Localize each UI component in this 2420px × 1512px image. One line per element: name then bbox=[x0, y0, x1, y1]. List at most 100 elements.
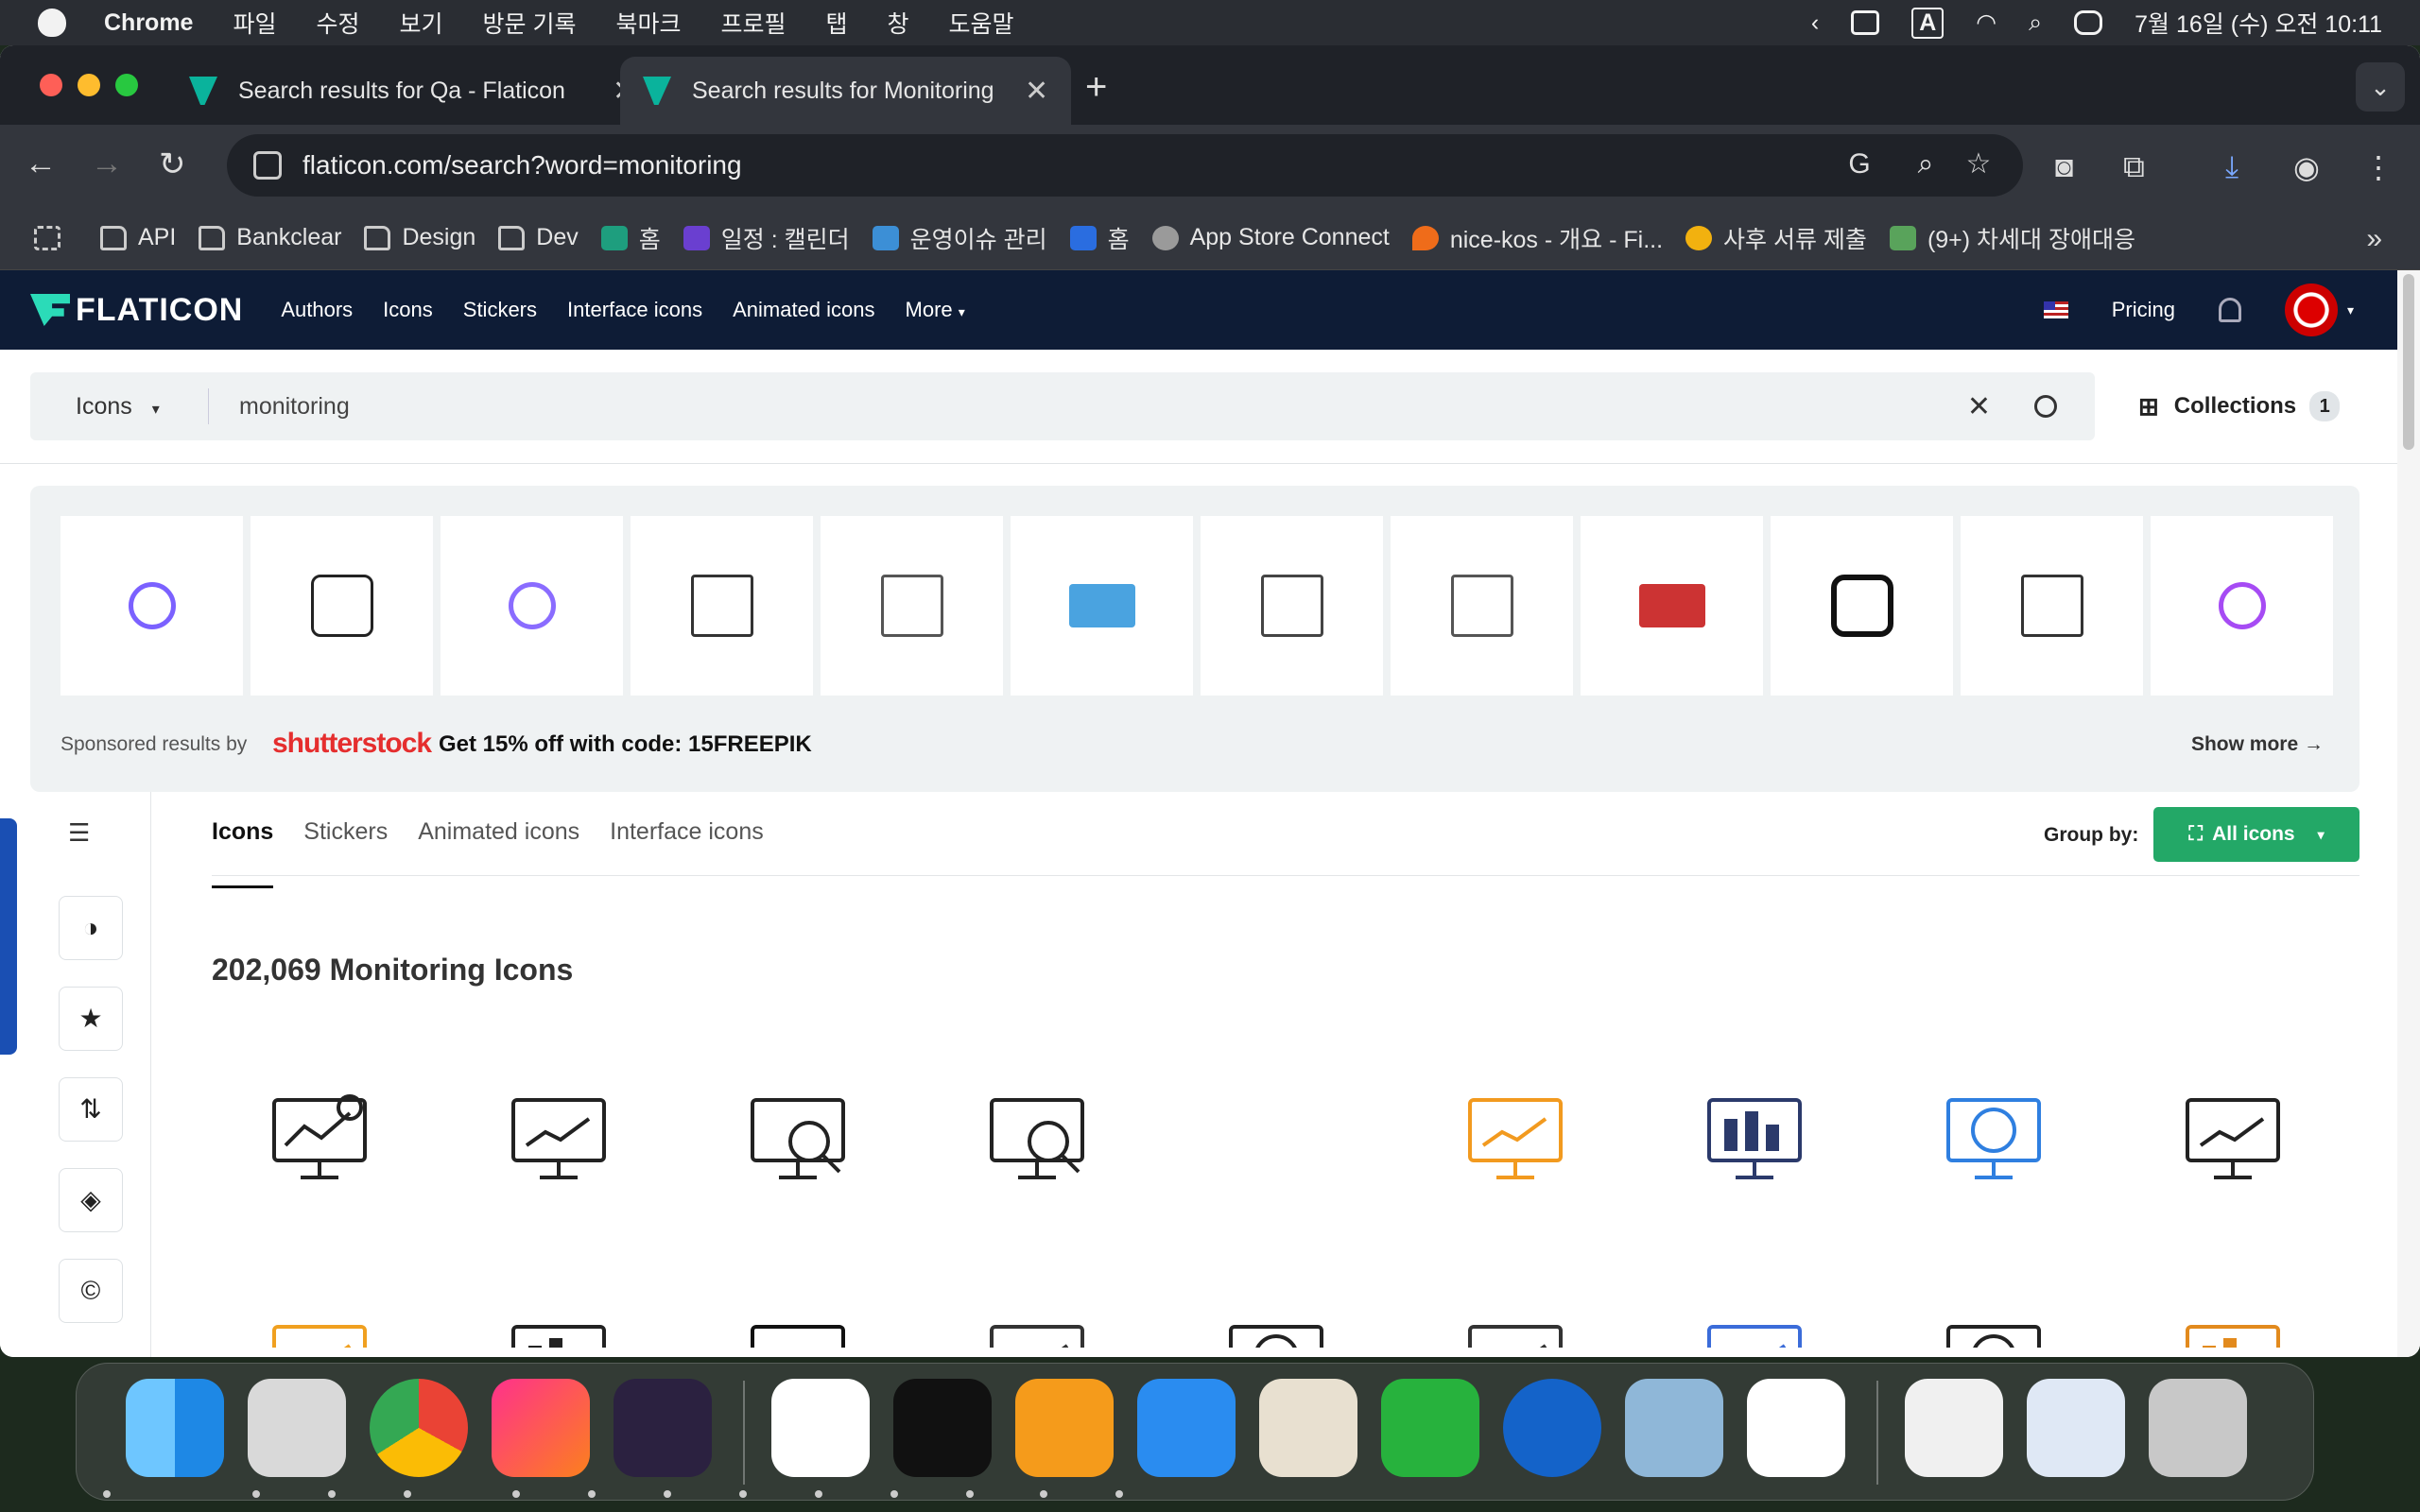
search-type-select[interactable]: Icons ▾ bbox=[76, 393, 208, 421]
monitoring-result-icon[interactable] bbox=[2176, 1310, 2290, 1348]
bookmark-folder[interactable]: Bankclear bbox=[199, 224, 341, 251]
sponsored-thumbnail[interactable] bbox=[441, 516, 623, 696]
zoom-icon[interactable]: ⌕ bbox=[1910, 148, 1942, 180]
collections-button[interactable]: ⊞ Collections 1 bbox=[2138, 372, 2341, 440]
monitoring-result-icon[interactable] bbox=[980, 1083, 1094, 1196]
palette-icon[interactable]: ◑ bbox=[59, 896, 123, 960]
bookmark-link[interactable]: App Store Connect bbox=[1151, 224, 1390, 251]
page-scrollbar[interactable] bbox=[2397, 270, 2420, 1357]
download-icon[interactable]: ⤓ bbox=[2225, 149, 2238, 185]
us-flag-icon[interactable] bbox=[2043, 301, 2068, 318]
search-icon[interactable] bbox=[2034, 395, 2057, 418]
bookmark-link[interactable]: 사후 서류 제출 bbox=[1685, 221, 1867, 255]
menu-item[interactable]: 파일 bbox=[233, 6, 276, 40]
monitoring-result-icon[interactable] bbox=[263, 1310, 376, 1348]
menu-item[interactable]: 수정 bbox=[316, 6, 359, 40]
menu-item[interactable]: 탭 bbox=[826, 6, 848, 40]
search-icon[interactable]: ⌕ bbox=[2029, 9, 2042, 37]
monitoring-result-icon[interactable] bbox=[502, 1310, 615, 1348]
profile-icon[interactable]: ◉ bbox=[2293, 149, 2320, 185]
tab-animated-icons[interactable]: Animated icons bbox=[418, 818, 579, 888]
menu-item[interactable]: 도움말 bbox=[949, 6, 1014, 40]
tab-icons[interactable]: Icons bbox=[212, 818, 274, 888]
monitoring-result-icon[interactable] bbox=[1459, 1083, 1572, 1196]
nav-interface-icons[interactable]: Interface icons bbox=[567, 298, 702, 322]
terminal-icon[interactable] bbox=[893, 1379, 992, 1477]
shutterstock-logo[interactable]: shutterstock bbox=[272, 728, 432, 760]
nav-animated-icons[interactable]: Animated icons bbox=[733, 298, 874, 322]
clear-search-icon[interactable]: ✕ bbox=[1967, 390, 1991, 423]
tableplus-icon[interactable] bbox=[1259, 1379, 1357, 1477]
search-input[interactable]: monitoring bbox=[239, 393, 1967, 421]
chrome-icon[interactable] bbox=[370, 1379, 468, 1477]
new-tab-button[interactable]: + bbox=[1085, 66, 1107, 109]
control-center-icon[interactable] bbox=[2074, 10, 2103, 35]
bookmark-star-icon[interactable]: ☆ bbox=[1962, 148, 1995, 180]
nav-stickers[interactable]: Stickers bbox=[463, 298, 537, 322]
extensions-puzzle-icon[interactable]: ⧉ bbox=[2123, 149, 2145, 185]
intellij-icon[interactable] bbox=[492, 1379, 590, 1477]
nav-more[interactable]: More ▾ bbox=[906, 298, 965, 322]
menu-item[interactable]: 방문 기록 bbox=[483, 6, 577, 40]
pages-icon[interactable] bbox=[1015, 1379, 1114, 1477]
monitoring-result-icon[interactable] bbox=[1698, 1310, 1811, 1348]
bookmark-link[interactable]: (9+) 차세대 장애대응 bbox=[1889, 221, 2135, 255]
naver-works-icon[interactable] bbox=[1747, 1379, 1845, 1477]
numbers-icon[interactable] bbox=[1381, 1379, 1479, 1477]
flaticon-logo[interactable]: FLATICON bbox=[30, 292, 243, 329]
menu-item[interactable]: 프로필 bbox=[720, 6, 786, 40]
sponsored-thumbnail[interactable] bbox=[1771, 516, 1953, 696]
menu-item[interactable]: 창 bbox=[888, 6, 909, 40]
bookmark-link[interactable]: nice-kos - 개요 - Fi... bbox=[1411, 221, 1663, 255]
monitoring-result-icon[interactable] bbox=[1937, 1083, 2050, 1196]
sponsored-thumbnail[interactable] bbox=[251, 516, 433, 696]
preview-icon[interactable] bbox=[1625, 1379, 1723, 1477]
monitoring-result-icon[interactable] bbox=[1698, 1083, 1811, 1196]
camera-extension-icon[interactable]: ◙ bbox=[2055, 149, 2073, 184]
bookmark-folder[interactable]: Design bbox=[364, 224, 475, 251]
launchpad-icon[interactable] bbox=[248, 1379, 346, 1477]
zoom-window-button[interactable] bbox=[115, 74, 138, 96]
sponsored-thumbnail[interactable] bbox=[1961, 516, 2143, 696]
address-bar[interactable]: flaticon.com/search?word=monitoring G ⌕ … bbox=[227, 134, 2023, 197]
menu-app-name[interactable]: Chrome bbox=[104, 9, 193, 37]
monitoring-result-icon[interactable] bbox=[263, 1083, 376, 1196]
sponsored-thumbnail[interactable] bbox=[821, 516, 1003, 696]
filters-icon[interactable]: ☰ bbox=[68, 818, 90, 848]
sponsored-thumbnail[interactable] bbox=[1201, 516, 1383, 696]
input-source-indicator[interactable]: A bbox=[1911, 7, 1945, 39]
star-badge-icon[interactable]: ★ bbox=[59, 987, 123, 1051]
sponsored-thumbnail[interactable] bbox=[60, 516, 243, 696]
browser-tab[interactable]: Search results for Qa - Flaticon ✕ bbox=[166, 57, 659, 125]
bookmark-link[interactable]: 홈 bbox=[600, 221, 661, 255]
apple-icon[interactable] bbox=[38, 9, 66, 37]
bell-icon[interactable] bbox=[2218, 298, 2241, 322]
translate-icon[interactable]: G bbox=[1843, 148, 1876, 180]
browser-tab-active[interactable]: Search results for Monitoring ✕ bbox=[620, 57, 1072, 125]
menu-item[interactable]: 북마크 bbox=[615, 6, 681, 40]
monitoring-result-icon[interactable] bbox=[1937, 1310, 2050, 1348]
sponsored-thumbnail[interactable] bbox=[1581, 516, 1763, 696]
close-window-button[interactable] bbox=[40, 74, 62, 96]
wifi-icon[interactable]: ◠ bbox=[1976, 9, 1996, 37]
bookmark-link[interactable]: 운영이슈 관리 bbox=[872, 221, 1047, 255]
close-tab-icon[interactable]: ✕ bbox=[1025, 75, 1048, 108]
sourcetree-icon[interactable] bbox=[1503, 1379, 1601, 1477]
pricing-link[interactable]: Pricing bbox=[2112, 298, 2175, 322]
finder-icon[interactable] bbox=[126, 1379, 224, 1477]
keynote-icon[interactable] bbox=[1137, 1379, 1236, 1477]
menu-kebab-icon[interactable]: ⋮ bbox=[2363, 149, 2394, 185]
forward-arrow-icon[interactable]: → bbox=[91, 146, 123, 182]
shape-icon[interactable]: ◈ bbox=[59, 1168, 123, 1232]
bookmark-folder[interactable]: API bbox=[100, 224, 176, 251]
keyboard-icon[interactable] bbox=[1851, 10, 1880, 35]
sponsored-thumbnail[interactable] bbox=[1011, 516, 1193, 696]
monitoring-result-icon[interactable] bbox=[1459, 1310, 1572, 1348]
bookmark-link[interactable]: 홈 bbox=[1069, 221, 1130, 255]
back-arrow-icon[interactable]: ← bbox=[25, 146, 57, 182]
copyright-icon[interactable]: © bbox=[59, 1259, 123, 1323]
obsidian-icon[interactable] bbox=[614, 1379, 712, 1477]
tab-search-button[interactable]: ⌄ bbox=[2356, 62, 2405, 112]
monitoring-result-icon[interactable] bbox=[741, 1083, 855, 1196]
show-more-link[interactable]: Show more → bbox=[2191, 733, 2324, 756]
